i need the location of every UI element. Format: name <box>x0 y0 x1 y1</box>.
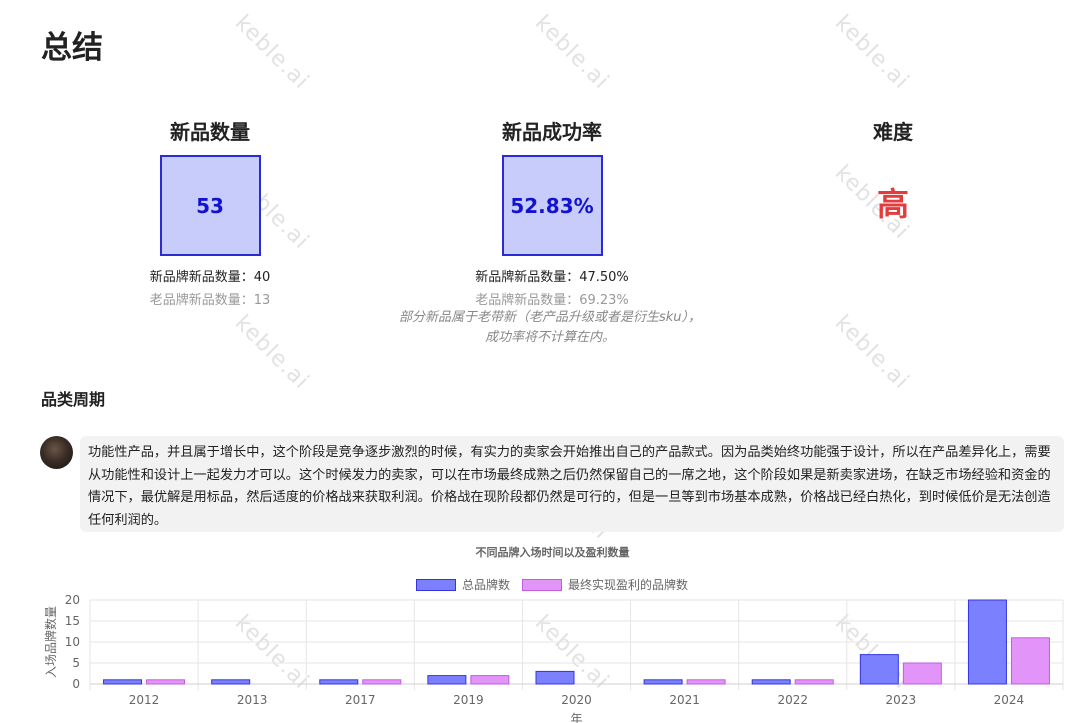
x-axis-label: 年 <box>570 712 582 723</box>
metric-title: 难度 <box>873 120 913 144</box>
x-tick-label: 2024 <box>994 693 1025 707</box>
legend-swatch <box>522 578 563 591</box>
bar-profit <box>902 662 942 685</box>
footnote-line: 部分新品属于老带新（老产品升级或者是衍生sku）， <box>398 310 702 325</box>
bar-profit <box>1010 637 1050 685</box>
bar-chart: 0 5 10 15 20 2012 2013 2017 2019 2020 2021 2022 2023… <box>43 593 1064 723</box>
bar-total <box>103 679 143 685</box>
watermark: keble.ai <box>829 310 914 395</box>
chart-title: 不同品牌入场时间以及盈利数量 <box>475 546 630 559</box>
metric-detail-old-brand: 老品牌新品数量：69.23% <box>475 293 629 308</box>
metric-title: 新品成功率 <box>502 120 602 144</box>
bar-profit <box>146 679 186 685</box>
watermark: keble.ai <box>229 310 314 395</box>
y-axis-label: 入场品牌数量 <box>43 606 58 678</box>
footnote-line: 成功率将不计算在内。 <box>484 330 615 345</box>
metric-title: 新品数量 <box>170 120 250 144</box>
y-tick-label: 5 <box>72 656 80 670</box>
metric-value-box: 52.83% <box>501 155 603 256</box>
y-tick-label: 0 <box>72 677 80 691</box>
metric-value-box: 53 <box>159 155 261 256</box>
x-tick-label: 2021 <box>669 693 700 707</box>
metric-detail-new-brand: 新品牌新品数量：40 <box>149 270 271 285</box>
x-tick-label: 2017 <box>345 693 376 707</box>
bar-total <box>751 679 791 685</box>
x-tick-label: 2020 <box>561 693 592 707</box>
bar-total <box>319 679 359 685</box>
bar-total <box>967 599 1007 685</box>
bar-total <box>643 679 683 685</box>
bar-profit <box>470 675 510 685</box>
avatar <box>40 436 73 469</box>
watermark: keble.ai <box>829 10 914 95</box>
x-tick-label: 2022 <box>777 693 808 707</box>
legend-swatch <box>416 578 456 591</box>
y-tick-label: 10 <box>65 635 80 649</box>
bar-profit <box>794 679 834 685</box>
x-tick-label: 2023 <box>886 693 917 707</box>
footnote: 部分新品属于老带新（老产品升级或者是衍生sku）， 成功率将不计算在内。 <box>350 308 750 348</box>
y-tick-label: 20 <box>65 593 80 607</box>
bar-profit <box>362 679 402 685</box>
bar-total <box>859 654 899 685</box>
x-tick-label: 2019 <box>453 693 484 707</box>
metric-difficulty: 难度 高 <box>743 116 1043 225</box>
bar-total <box>427 675 467 685</box>
watermark: keble.ai <box>529 10 614 95</box>
metric-success-rate: 新品成功率 52.83% 新品牌新品数量：47.50% 老品牌新品数量：69.2… <box>402 116 702 308</box>
metric-new-product-count: 新品数量 53 新品牌新品数量：40 老品牌新品数量：13 <box>60 116 360 308</box>
bar-total <box>211 679 251 685</box>
page-title: 总结 <box>41 30 103 66</box>
x-tick-label: 2012 <box>129 693 160 707</box>
difficulty-value: 高 <box>876 185 909 223</box>
section-title: 品类周期 <box>41 390 106 409</box>
x-tick-label: 2013 <box>237 693 268 707</box>
metric-detail-new-brand: 新品牌新品数量：47.50% <box>475 270 629 285</box>
metric-detail-old-brand: 老品牌新品数量：13 <box>149 293 271 308</box>
y-tick-label: 15 <box>65 614 80 628</box>
bar-total <box>535 670 575 685</box>
watermark: keble.ai <box>229 10 314 95</box>
bar-profit <box>686 679 726 685</box>
message-bubble: 功能性产品，并且属于增长中，这个阶段是竞争逐步激烈的时候，有实力的卖家会开始推出… <box>80 436 1064 532</box>
